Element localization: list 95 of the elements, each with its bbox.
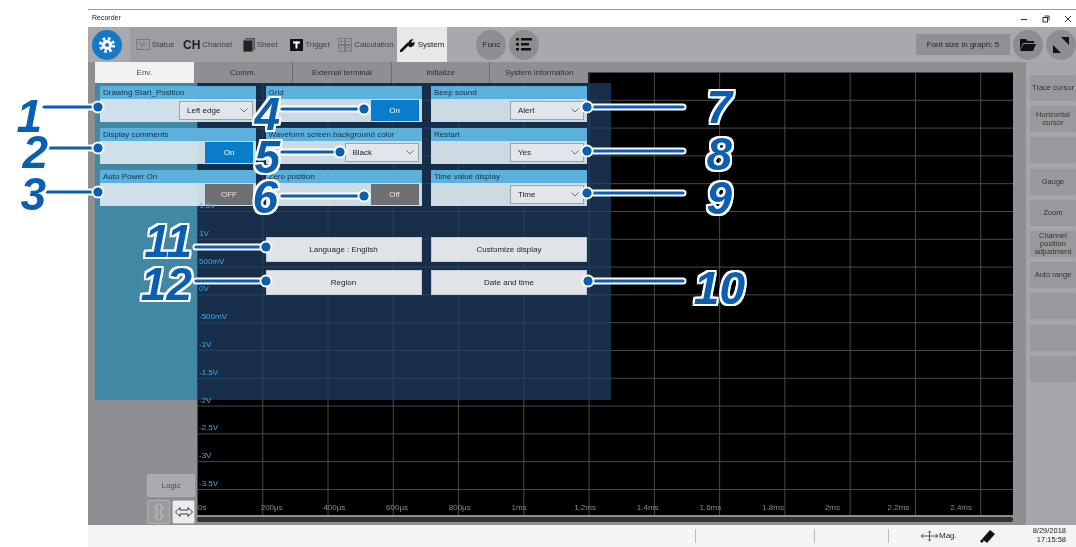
- waveform-icon: [135, 39, 150, 50]
- trigger-icon: [290, 38, 304, 51]
- toggle-button[interactable]: On: [205, 142, 253, 163]
- callout-number: 8: [706, 137, 733, 172]
- settings-button[interactable]: Date and time: [431, 270, 587, 295]
- axis-label: 500mV: [199, 257, 225, 266]
- setting-label: Beep sound: [431, 86, 587, 99]
- toolbar-tab[interactable]: System: [396, 27, 448, 62]
- calculator-icon: [338, 37, 353, 52]
- leader-line: [40, 100, 105, 114]
- dropdown-value: Black: [352, 146, 373, 159]
- settings-tab[interactable]: Comm.: [193, 62, 293, 83]
- expand-icon: [1053, 36, 1069, 53]
- toolbar-tab[interactable]: Status: [130, 27, 180, 62]
- expand-button[interactable]: [1046, 29, 1076, 60]
- axis-label: -3.5V: [199, 479, 219, 488]
- usb-stick-icon: [978, 528, 996, 544]
- toolbar-tab[interactable]: Calculation: [335, 27, 397, 62]
- setting-label: Time value display: [431, 170, 587, 183]
- callout-number: 10: [693, 271, 746, 306]
- folder-icon: [1020, 38, 1036, 51]
- axis-label: 2.4ms: [950, 503, 973, 512]
- chevron-down-icon: [571, 108, 579, 113]
- setting-label: Display comments: [100, 128, 256, 141]
- axis-label: -500mV: [199, 313, 227, 322]
- axis-label: 1.5V: [199, 202, 216, 210]
- restore-icon[interactable]: [1042, 14, 1050, 23]
- vertical-arrows-icon: [153, 503, 164, 521]
- toolbar-tab[interactable]: Trigger: [285, 27, 336, 62]
- axis-label: 2ms: [824, 503, 840, 512]
- axis-label: 1.6ms: [699, 503, 722, 512]
- dropdown[interactable]: Alert: [510, 101, 584, 120]
- setting-label: Auto Power On: [100, 170, 256, 183]
- axis-label: 1ms: [511, 503, 527, 512]
- axis-label: 0s: [198, 503, 207, 512]
- dropdown-value: Alert: [518, 104, 535, 117]
- chevron-down-icon: [405, 150, 414, 155]
- callout-number: 12: [140, 267, 193, 302]
- setting-label: Restart: [431, 128, 587, 141]
- axis-label: -2V: [199, 396, 212, 405]
- axis-label: 1V: [199, 229, 209, 238]
- dropdown[interactable]: Yes: [510, 143, 584, 162]
- axis-label: 800μs: [448, 503, 471, 512]
- axis-label: -1V: [199, 340, 212, 349]
- close-icon[interactable]: [1064, 14, 1072, 23]
- settings-button[interactable]: Language : English: [265, 237, 422, 262]
- font-size-button[interactable]: Font size in graph: 5: [916, 34, 1010, 55]
- mag-label: Mag.: [939, 530, 957, 542]
- axis-label: 600μs: [386, 503, 409, 512]
- axis-label: 1.8ms: [762, 503, 784, 512]
- magnify-axes-icon: [920, 529, 939, 543]
- chevron-down-icon: [571, 150, 579, 155]
- setting-label: Drawing Start_Position: [100, 86, 256, 99]
- callout-number: 1: [16, 99, 42, 134]
- chevron-down-icon: [240, 108, 248, 113]
- scrollbar[interactable]: [197, 517, 1013, 522]
- callout-number: 7: [706, 90, 735, 125]
- axis-label: 200μs: [260, 503, 283, 512]
- axis-label: 1.2ms: [574, 503, 596, 512]
- callout-number: 2: [22, 135, 49, 170]
- toolbar-tab[interactable]: Sheet: [235, 27, 286, 62]
- document-icon: [242, 37, 255, 52]
- dropdown[interactable]: Left edge: [179, 101, 253, 120]
- chevron-down-icon: [571, 192, 579, 197]
- callout-number: 9: [706, 181, 733, 216]
- callout-number: 11: [144, 224, 193, 259]
- wrench-icon: [399, 37, 416, 52]
- settings-tab[interactable]: Env.: [95, 62, 194, 83]
- callout-number: 3: [20, 177, 47, 212]
- horizontal-arrows-icon: [174, 507, 193, 517]
- dropdown-value: Left edge: [187, 104, 221, 117]
- axis-label: 2.2ms: [887, 503, 910, 512]
- dropdown-value: Yes: [518, 146, 532, 159]
- axis-button[interactable]: [172, 500, 195, 524]
- dropdown[interactable]: Black: [344, 143, 419, 162]
- list-icon: [516, 38, 533, 51]
- axis-label: -1.5V: [199, 368, 219, 377]
- dropdown[interactable]: Time: [510, 185, 584, 204]
- list-button[interactable]: [509, 29, 540, 60]
- axis-label: 0V: [199, 285, 209, 294]
- axis-label: -3V: [199, 452, 212, 461]
- callout-number: 6: [252, 180, 279, 215]
- folder-button[interactable]: [1013, 29, 1043, 60]
- setting-label: Grid: [265, 86, 422, 99]
- axis-label: 1.4ms: [636, 503, 659, 512]
- axis-label: -2.5V: [199, 424, 219, 433]
- settings-button[interactable]: Region: [265, 270, 422, 295]
- settings-button[interactable]: [92, 29, 122, 60]
- settings-icon: [98, 35, 116, 54]
- dropdown-value: Time: [518, 188, 536, 201]
- func-button[interactable]: Func: [476, 29, 507, 60]
- settings-button[interactable]: Customize display: [431, 237, 587, 262]
- toggle-button[interactable]: On: [370, 100, 419, 121]
- axis-label: 400μs: [323, 503, 346, 512]
- toggle-button[interactable]: Off: [370, 184, 419, 205]
